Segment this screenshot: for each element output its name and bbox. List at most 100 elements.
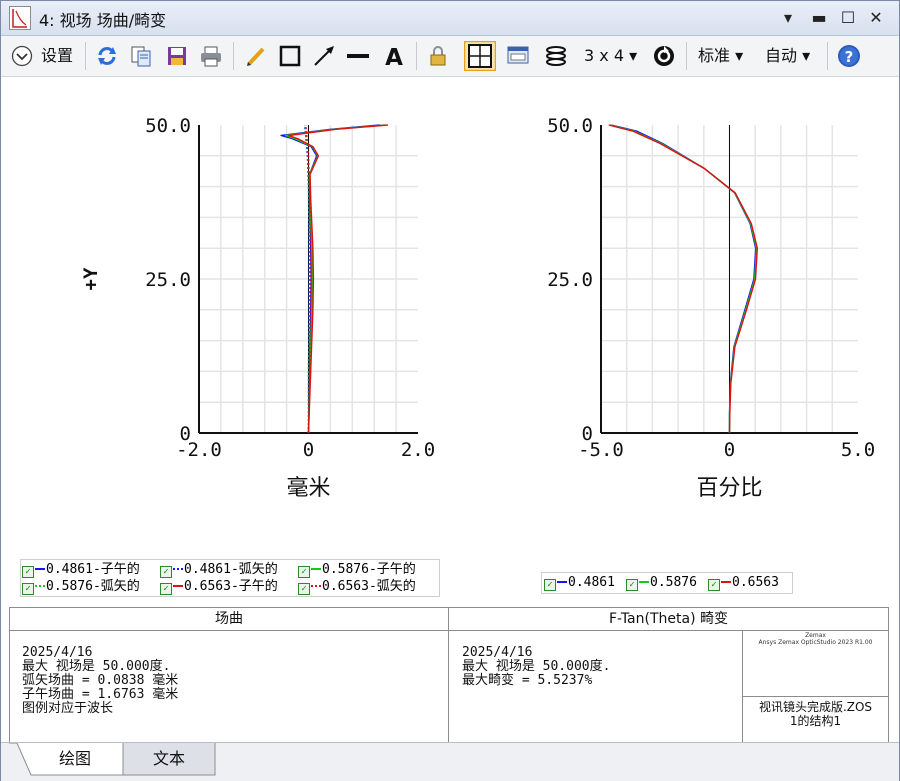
text-icon[interactable]: A <box>382 44 406 71</box>
fit-window-icon[interactable] <box>463 40 497 72</box>
distortion-y-tick-label: 0 <box>582 423 593 445</box>
legend-swatch <box>639 581 649 583</box>
field-curvature-header: 场曲 <box>10 608 448 631</box>
legend-item[interactable]: ✓ 0.6563-子午的 <box>160 578 278 595</box>
legend-checkbox-icon[interactable]: ✓ <box>544 579 556 591</box>
charts-svg: -2.0 0 2.0025.050.0毫米+Y-5.0 0 5.0025.050.0百分… <box>80 115 875 501</box>
plot-area: -2.0 0 2.0 0 25.0 50.0 毫米 +Y -5.0 0 5.0 0 25.0 50.0 百分… <box>1 77 899 605</box>
toolbar-separator <box>233 42 234 70</box>
legend-checkbox-icon[interactable]: ✓ <box>298 583 310 595</box>
print-icon[interactable] <box>199 44 223 68</box>
copy-icon[interactable] <box>129 44 153 68</box>
field-curvature-x-tick-label: 2.0 <box>401 439 435 461</box>
legend-label: 0.4861-子午的 <box>46 562 140 577</box>
field-curvature-x-tick-label: 0 <box>303 439 314 461</box>
svg-text:A: A <box>385 45 403 68</box>
legend-checkbox-icon[interactable]: ✓ <box>22 583 34 595</box>
tab-plot[interactable]: 绘图 <box>37 743 113 775</box>
legend-swatch <box>173 568 183 570</box>
legend-swatch <box>35 568 45 570</box>
field-curvature-y-axis-label: +Y <box>80 267 102 290</box>
legend-label: 0.4861-弧矢的 <box>184 562 278 577</box>
close-button[interactable]: ✕ <box>865 7 887 29</box>
analysis-window: 4: 视场 场曲/畸变 ▾ ▬ ☐ ✕ 设置 A 3 x 4 ▾ 标准 ▾ 自动… <box>0 0 900 781</box>
window-layout-icon[interactable] <box>506 44 530 68</box>
field-curvature-x-axis-label: 毫米 <box>286 476 330 501</box>
settings-chevron-icon[interactable] <box>11 45 35 69</box>
info-table: 场曲 F-Tan(Theta) 畸变 2025/4/16 最大 视场是 50.0… <box>9 607 889 743</box>
distortion-y-tick-label: 25.0 <box>547 269 593 291</box>
field-curvature-info: 2025/4/16 最大 视场是 50.000度. 弧矢场曲 = 0.0838 … <box>22 645 179 716</box>
legend-item[interactable]: ✓ 0.4861-弧矢的 <box>160 561 278 578</box>
distortion-legend: ✓ 0.4861 ✓ 0.5876 ✓ 0.6563 <box>541 572 793 594</box>
legend-item[interactable]: ✓ 0.4861-子午的 <box>22 561 140 578</box>
logo-line-1: Zemax <box>805 632 826 639</box>
legend-checkbox-icon[interactable]: ✓ <box>298 566 310 578</box>
field-curvature-legend: ✓ 0.4861-子午的 ✓ 0.4861-弧矢的 ✓ 0.5876-子午的 ✓ 0.5876… <box>20 559 440 597</box>
legend-label: 0.5876 <box>650 575 697 590</box>
file-info: 视讯镜头完成版.ZOS 1的结构1 <box>743 700 888 728</box>
zemax-logo-text: Zemax Ansys Zemax OpticStudio 2023 R1.00 <box>743 632 888 646</box>
legend-swatch <box>721 581 731 583</box>
standard-label: 标准 <box>698 46 731 65</box>
toolbar-separator <box>686 42 687 70</box>
auto-label: 自动 <box>765 46 798 65</box>
legend-item[interactable]: ✓ 0.4861 <box>544 574 615 591</box>
arrow-icon[interactable] <box>312 44 336 68</box>
legend-swatch <box>35 585 45 587</box>
distortion-x-tick-label: 0 <box>724 439 735 461</box>
legend-checkbox-icon[interactable]: ✓ <box>160 566 172 578</box>
rectangle-icon[interactable] <box>278 44 302 68</box>
logo-line-2: Ansys Zemax OpticStudio 2023 R1.00 <box>758 639 873 646</box>
minimize-button[interactable]: ▬ <box>808 7 830 29</box>
bottom-tabs: 绘图 文本 <box>1 742 899 781</box>
field-curvature-y-tick-label: 25.0 <box>145 269 191 291</box>
lock-icon[interactable] <box>426 44 450 68</box>
legend-item[interactable]: ✓ 0.5876-子午的 <box>298 561 416 578</box>
legend-label: 0.6563-子午的 <box>184 579 278 594</box>
pencil-icon[interactable] <box>244 44 268 68</box>
field-curvature-y-tick-label: 0 <box>180 423 191 445</box>
dropdown-arrow-icon[interactable]: ▾ <box>777 7 799 29</box>
layers-icon[interactable] <box>544 44 568 68</box>
table-divider <box>742 696 888 697</box>
help-icon[interactable]: ? <box>837 44 861 68</box>
config-name: 1的结构1 <box>789 714 842 728</box>
distortion-x-axis-label: 百分比 <box>696 476 762 501</box>
legend-checkbox-icon[interactable]: ✓ <box>626 579 638 591</box>
legend-label: 0.6563-弧矢的 <box>322 579 416 594</box>
legend-item[interactable]: ✓ 0.6563-弧矢的 <box>298 578 416 595</box>
svg-text:?: ? <box>845 48 854 66</box>
legend-item[interactable]: ✓ 0.6563 <box>708 574 779 591</box>
refresh-icon[interactable] <box>95 44 119 68</box>
toolbar-separator <box>827 42 828 70</box>
distortion-info: 2025/4/16 最大 视场是 50.000度. 最大畸变 = 5.5237% <box>462 645 611 688</box>
rotate-icon[interactable] <box>652 44 676 68</box>
legend-checkbox-icon[interactable]: ✓ <box>160 583 172 595</box>
legend-swatch <box>557 581 567 583</box>
legend-checkbox-icon[interactable]: ✓ <box>708 579 720 591</box>
tab-text[interactable]: 文本 <box>129 743 209 775</box>
line-icon[interactable] <box>346 44 370 68</box>
legend-item[interactable]: ✓ 0.5876 <box>626 574 697 591</box>
distortion-y-tick-label: 50.0 <box>547 115 593 137</box>
legend-label: 0.5876-弧矢的 <box>46 579 140 594</box>
maximize-button[interactable]: ☐ <box>837 7 859 29</box>
distortion-x-tick-label: 5.0 <box>841 439 875 461</box>
grid-size-dropdown[interactable]: 3 x 4 ▾ <box>584 42 637 70</box>
file-name: 视讯镜头完成版.ZOS <box>758 700 873 714</box>
legend-swatch <box>173 585 183 587</box>
legend-label: 0.4861 <box>568 575 615 590</box>
toolbar-separator <box>416 42 417 70</box>
legend-item[interactable]: ✓ 0.5876-弧矢的 <box>22 578 140 595</box>
standard-dropdown[interactable]: 标准 ▾ <box>698 42 743 70</box>
legend-swatch <box>311 585 321 587</box>
auto-dropdown[interactable]: 自动 ▾ <box>765 42 810 70</box>
settings-button[interactable]: 设置 <box>41 42 73 70</box>
save-icon[interactable] <box>165 44 189 68</box>
window-title: 4: 视场 场曲/畸变 <box>39 11 167 30</box>
field-curvature-y-tick-label: 50.0 <box>145 115 191 137</box>
legend-label: 0.5876-子午的 <box>322 562 416 577</box>
legend-label: 0.6563 <box>732 575 779 590</box>
legend-checkbox-icon[interactable]: ✓ <box>22 566 34 578</box>
